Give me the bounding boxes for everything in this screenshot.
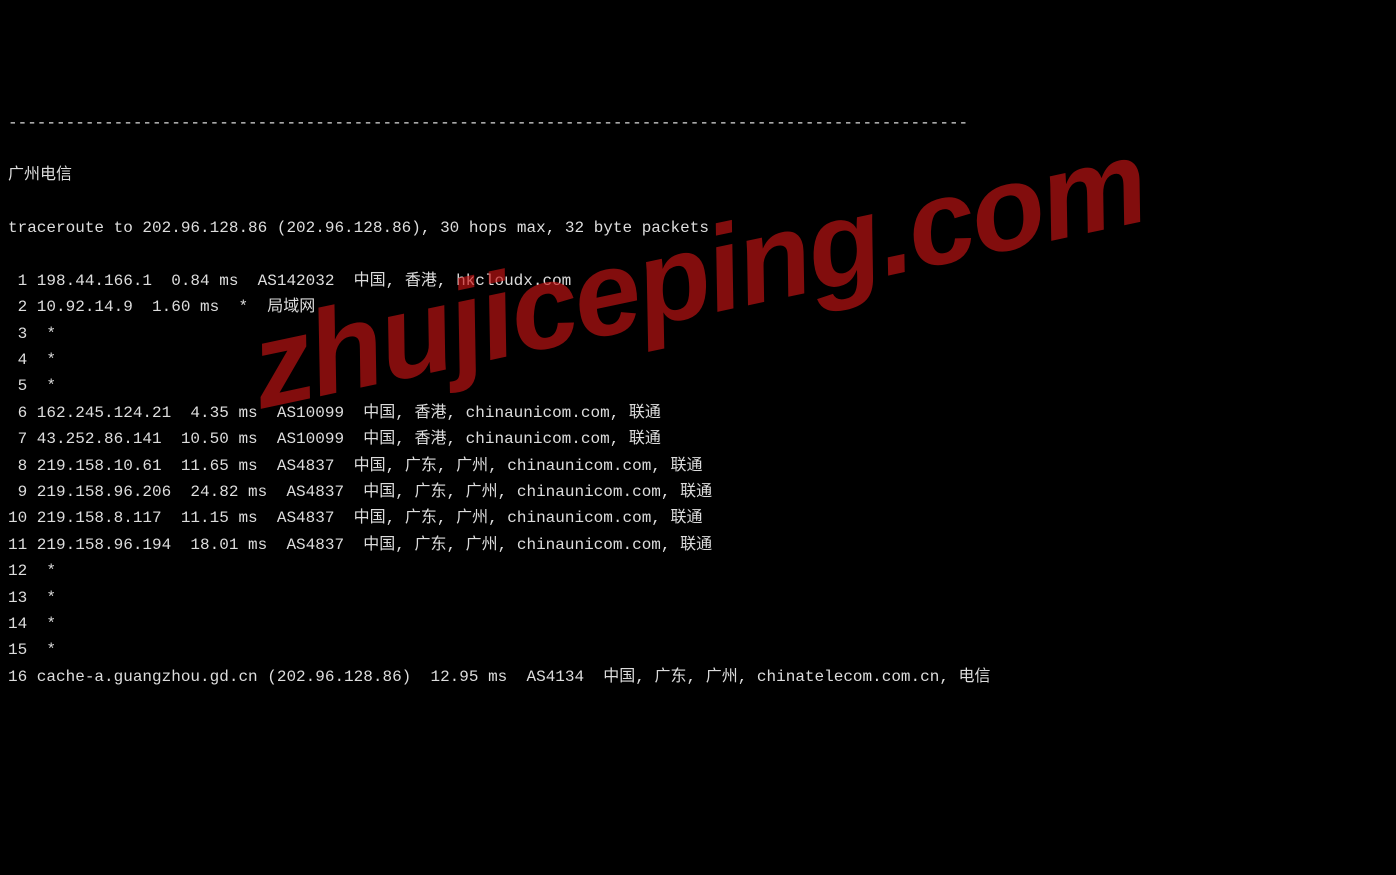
hop-row: 1 198.44.166.1 0.84 ms AS142032 中国, 香港, … — [8, 268, 1388, 294]
separator-line: ----------------------------------------… — [8, 110, 1388, 136]
hop-row: 9 219.158.96.206 24.82 ms AS4837 中国, 广东,… — [8, 479, 1388, 505]
hop-row: 3 * — [8, 321, 1388, 347]
hop-row: 12 * — [8, 558, 1388, 584]
hop-row: 15 * — [8, 637, 1388, 663]
hop-row: 5 * — [8, 373, 1388, 399]
hop-row: 14 * — [8, 611, 1388, 637]
hop-row: 2 10.92.14.9 1.60 ms * 局域网 — [8, 294, 1388, 320]
hop-row: 10 219.158.8.117 11.15 ms AS4837 中国, 广东,… — [8, 505, 1388, 531]
hops-list: 1 198.44.166.1 0.84 ms AS142032 中国, 香港, … — [8, 268, 1388, 690]
hop-row: 13 * — [8, 585, 1388, 611]
traceroute-header: traceroute to 202.96.128.86 (202.96.128.… — [8, 215, 1388, 241]
hop-row: 8 219.158.10.61 11.65 ms AS4837 中国, 广东, … — [8, 453, 1388, 479]
hop-row: 7 43.252.86.141 10.50 ms AS10099 中国, 香港,… — [8, 426, 1388, 452]
route-title: 广州电信 — [8, 162, 1388, 188]
hop-row: 11 219.158.96.194 18.01 ms AS4837 中国, 广东… — [8, 532, 1388, 558]
hop-row: 4 * — [8, 347, 1388, 373]
hop-row: 6 162.245.124.21 4.35 ms AS10099 中国, 香港,… — [8, 400, 1388, 426]
hop-row: 16 cache-a.guangzhou.gd.cn (202.96.128.8… — [8, 664, 1388, 690]
